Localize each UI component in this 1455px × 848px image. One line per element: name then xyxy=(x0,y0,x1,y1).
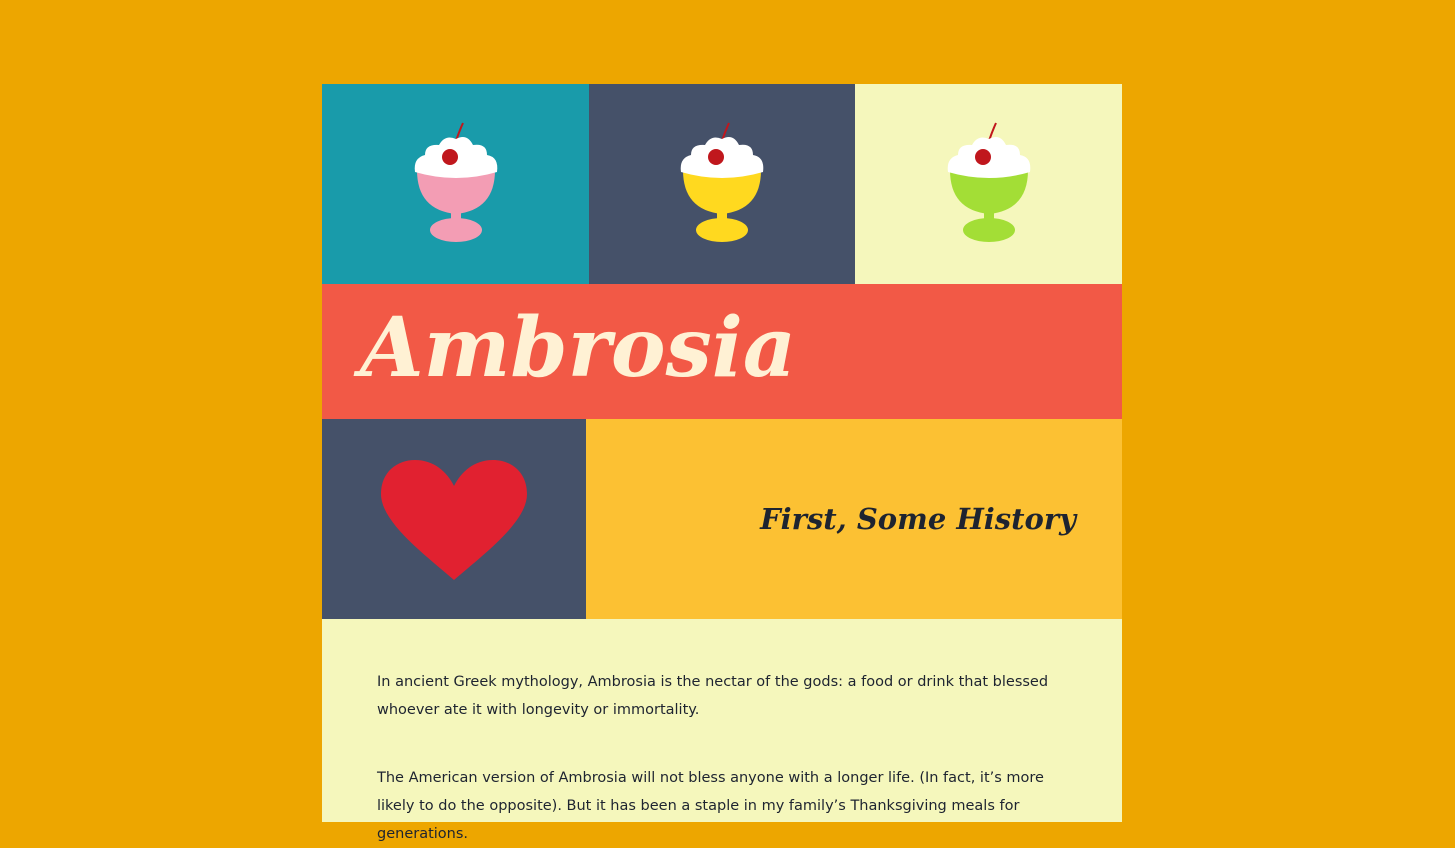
article-body: In ancient Greek mythology, Ambrosia is … xyxy=(322,619,1122,842)
title-band: Ambrosia xyxy=(322,284,1122,419)
history-block: First, Some History xyxy=(586,419,1122,619)
sundae-tile-green xyxy=(855,84,1122,284)
sundae-icon xyxy=(680,122,764,242)
sundae-tile-pink xyxy=(322,84,589,284)
section-heading: First, Some History xyxy=(760,502,1076,536)
sundae-tile-yellow xyxy=(589,84,855,284)
heart-icon xyxy=(381,460,527,580)
cherry xyxy=(974,149,991,165)
page-title: Ambrosia xyxy=(360,300,797,396)
article-page: Ambrosia First, Some History In ancient … xyxy=(322,84,1122,842)
cup-base xyxy=(696,218,748,242)
sundae-icon xyxy=(947,122,1030,242)
cup-base xyxy=(429,218,482,242)
sundae-tiles xyxy=(322,84,1122,284)
sundae-icon xyxy=(414,122,497,242)
cherry xyxy=(708,149,724,165)
cherry xyxy=(441,149,458,165)
cup-base xyxy=(962,218,1015,242)
paragraph: In ancient Greek mythology, Ambrosia is … xyxy=(377,674,1049,718)
heart-block xyxy=(322,419,586,619)
paragraph: The American version of Ambrosia will no… xyxy=(377,770,1044,842)
